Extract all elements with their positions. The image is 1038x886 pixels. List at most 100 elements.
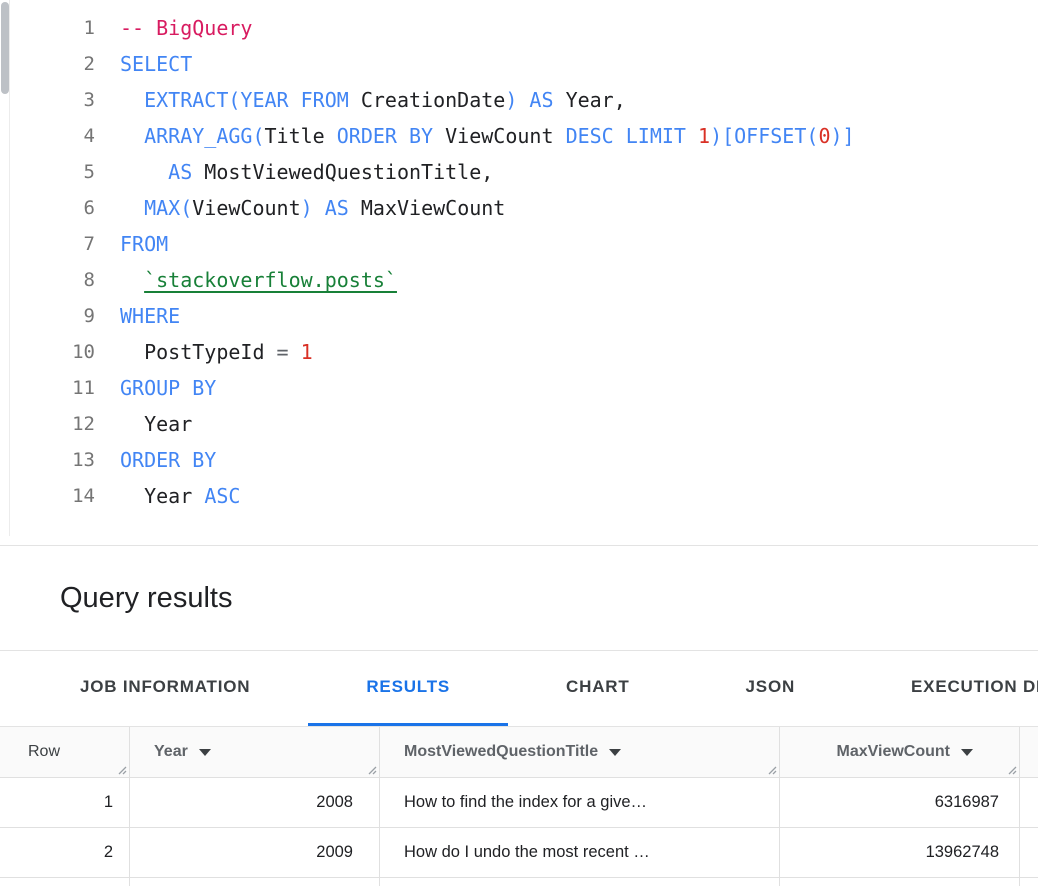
line-number: 14 [0, 478, 120, 514]
tab-results[interactable]: RESULTS [308, 651, 508, 726]
code-line[interactable]: 2 SELECT [0, 46, 1038, 82]
editor-scrollbar-thumb[interactable] [1, 2, 9, 94]
code-line[interactable]: 3 EXTRACT(YEAR FROM CreationDate) AS Yea… [0, 82, 1038, 118]
sql-editor[interactable]: 1 -- BigQuery 2 SELECT 3 EXTRACT(YEAR FR… [0, 0, 1038, 546]
sort-dropdown-icon[interactable] [199, 749, 211, 756]
code-text: AS MostViewedQuestionTitle, [120, 154, 493, 190]
code-line[interactable]: 6 MAX(ViewCount) AS MaxViewCount [0, 190, 1038, 226]
column-header-year: Year [130, 727, 380, 777]
query-results-title: Query results [60, 582, 232, 615]
sql-identifier: CreationDate [361, 88, 506, 112]
sql-identifier: ViewCount [445, 124, 565, 148]
line-number: 11 [0, 370, 120, 406]
row-number-cell: 1 [0, 778, 130, 827]
line-number: 12 [0, 406, 120, 442]
code-line[interactable]: 5 AS MostViewedQuestionTitle, [0, 154, 1038, 190]
sql-text: , [614, 88, 626, 112]
sql-text [120, 88, 144, 112]
line-number: 1 [0, 10, 120, 46]
line-number: 6 [0, 190, 120, 226]
cell-spacer [1020, 828, 1038, 877]
line-number: 10 [0, 334, 120, 370]
sql-keyword: )] [830, 124, 854, 148]
sql-text [120, 484, 144, 508]
sql-keyword: EXTRACT(YEAR FROM [144, 88, 361, 112]
row-number-cell: 2 [0, 828, 130, 877]
column-header-row: Row [0, 727, 130, 777]
most-viewed-question-title-cell: How do I undo the most recent … [380, 828, 780, 877]
line-number: 13 [0, 442, 120, 478]
sql-keyword: SELECT [120, 52, 192, 76]
tab-job-information[interactable]: JOB INFORMATION [22, 651, 308, 726]
sql-keyword: GROUP BY [120, 376, 216, 400]
column-header-maxviewcount: MaxViewCount [780, 727, 1020, 777]
sql-number-literal: 1 [698, 124, 710, 148]
line-number: 2 [0, 46, 120, 82]
code-text: ORDER BY [120, 442, 216, 478]
results-table: Row Year MostViewedQuestionTitle MaxView… [0, 727, 1038, 886]
code-line[interactable]: 13 ORDER BY [0, 442, 1038, 478]
sql-keyword: )[OFFSET( [710, 124, 818, 148]
code-line[interactable]: 11 GROUP BY [0, 370, 1038, 406]
sql-keyword: ORDER BY [337, 124, 445, 148]
column-header-label: Row [28, 743, 60, 761]
sort-dropdown-icon[interactable] [609, 749, 621, 756]
sql-keyword: ARRAY_AGG( [144, 124, 264, 148]
table-reference-link[interactable]: `stackoverflow.posts` [144, 268, 397, 292]
code-line[interactable]: 7 FROM [0, 226, 1038, 262]
code-text: GROUP BY [120, 370, 216, 406]
sql-text [120, 160, 168, 184]
code-line[interactable]: 12 Year [0, 406, 1038, 442]
sql-text [120, 196, 144, 220]
column-header-label: Year [154, 743, 188, 761]
sql-identifier: Year [566, 88, 614, 112]
sort-dropdown-icon[interactable] [961, 749, 973, 756]
sql-identifier: Year [144, 412, 192, 436]
code-line[interactable]: 14 Year ASC [0, 478, 1038, 514]
sql-keyword: ) AS [301, 196, 361, 220]
column-header-label: MostViewedQuestionTitle [404, 743, 598, 761]
code-text: ARRAY_AGG(Title ORDER BY ViewCount DESC … [120, 118, 855, 154]
line-number: 9 [0, 298, 120, 334]
row-number-cell [0, 878, 130, 886]
column-header-label: MaxViewCount [837, 743, 951, 761]
editor-scrollbar-track [0, 0, 10, 536]
code-line[interactable]: 8 `stackoverflow.posts` [0, 262, 1038, 298]
query-results-header: Query results [0, 546, 1038, 651]
sql-text [120, 412, 144, 436]
tab-execution-details[interactable]: EXECUTION DETAILS [853, 651, 1038, 726]
column-resize-handle[interactable] [365, 763, 377, 775]
sql-text: , [481, 160, 493, 184]
code-text: Year [120, 406, 192, 442]
column-resize-handle[interactable] [1005, 763, 1017, 775]
line-number: 4 [0, 118, 120, 154]
sql-keyword: ) AS [505, 88, 565, 112]
code-text: WHERE [120, 298, 180, 334]
code-line[interactable]: 9 WHERE [0, 298, 1038, 334]
code-line[interactable]: 1 -- BigQuery [0, 10, 1038, 46]
sql-identifier: ViewCount [192, 196, 300, 220]
column-resize-handle[interactable] [765, 763, 777, 775]
sql-identifier: MostViewedQuestionTitle [204, 160, 481, 184]
code-line[interactable]: 10 PostTypeId = 1 [0, 334, 1038, 370]
column-resize-handle[interactable] [115, 763, 127, 775]
sql-text [120, 340, 144, 364]
table-header-row: Row Year MostViewedQuestionTitle MaxView… [0, 727, 1038, 778]
sql-identifier: PostTypeId [144, 340, 276, 364]
line-number: 7 [0, 226, 120, 262]
tab-chart[interactable]: CHART [508, 651, 688, 726]
max-view-count-cell [780, 878, 1020, 886]
sql-identifier: Year [144, 484, 204, 508]
sql-keyword: ASC [204, 484, 240, 508]
sql-keyword: DESC LIMIT [566, 124, 698, 148]
sql-keyword: WHERE [120, 304, 180, 328]
max-view-count-cell: 6316987 [780, 778, 1020, 827]
code-line[interactable]: 4 ARRAY_AGG(Title ORDER BY ViewCount DES… [0, 118, 1038, 154]
line-number: 3 [0, 82, 120, 118]
code-text: MAX(ViewCount) AS MaxViewCount [120, 190, 505, 226]
sql-comment: -- BigQuery [120, 16, 252, 40]
sql-operator: = [277, 340, 301, 364]
line-number: 5 [0, 154, 120, 190]
tab-json[interactable]: JSON [688, 651, 854, 726]
line-number: 8 [0, 262, 120, 298]
